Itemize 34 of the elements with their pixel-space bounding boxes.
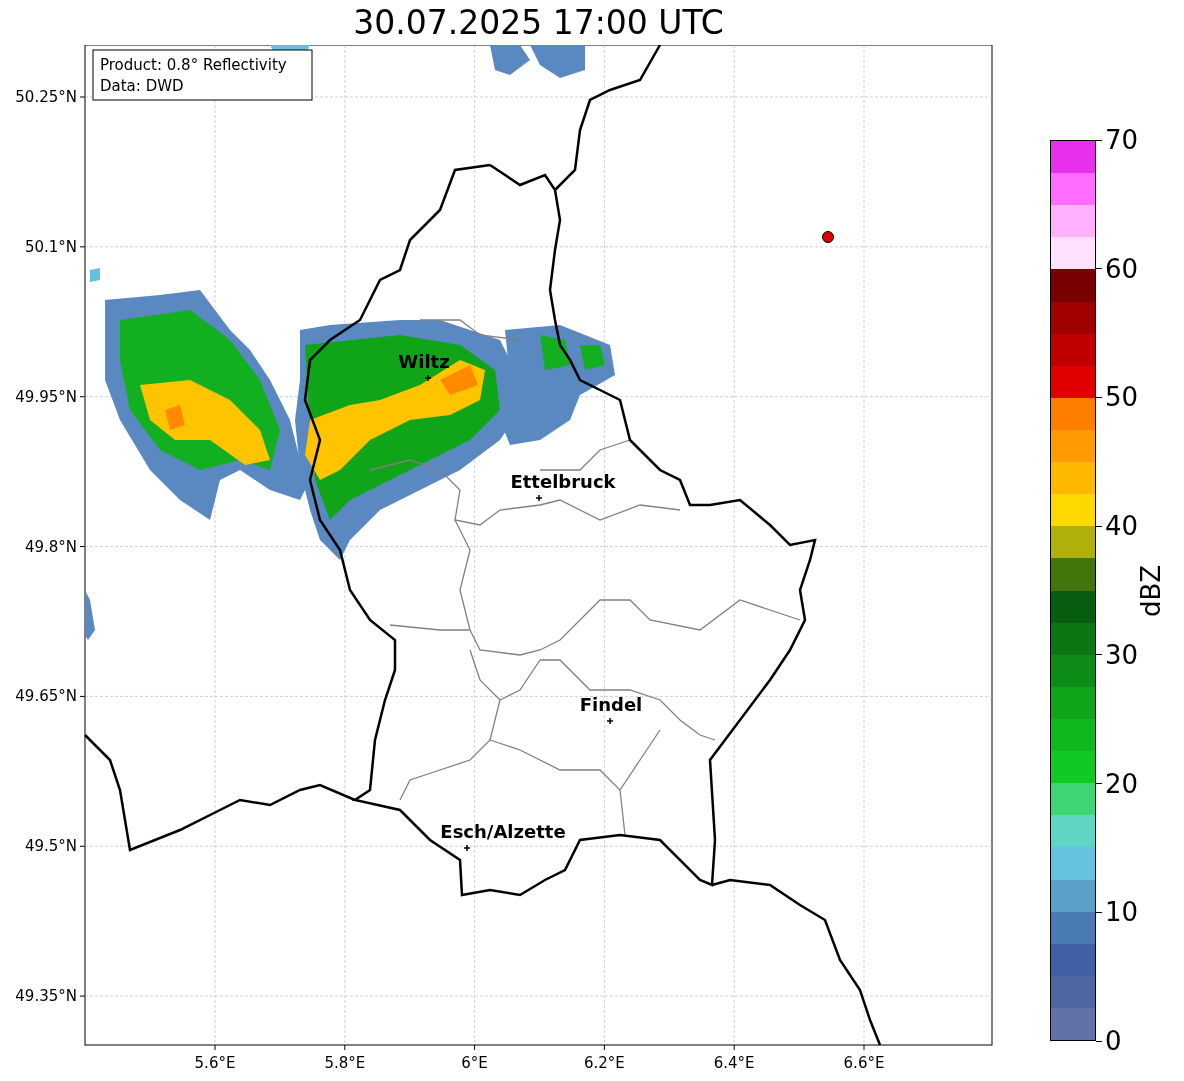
colorbar-tick-label: 50 (1105, 384, 1139, 411)
colorbar-tick-label: 60 (1105, 255, 1139, 282)
axis-tick-label: 49.65°N (15, 687, 77, 706)
city-label: Wiltz (398, 351, 450, 372)
axis-tick-label: 49.95°N (15, 387, 77, 406)
city-marker-icon (606, 717, 614, 725)
axis-tick-label: 6.6°E (843, 1054, 885, 1072)
colorbar-tick-label: 70 (1105, 127, 1139, 153)
colorbar-tick-label: 0 (1105, 1028, 1122, 1054)
axis-tick-label: 49.5°N (24, 837, 77, 856)
city-label: Findel (579, 694, 643, 715)
city-label: Ettelbruck (510, 471, 616, 492)
colorbar-tick-label: 20 (1105, 770, 1139, 797)
axis-tick-label: 5.8°E (324, 1054, 366, 1072)
city-marker-icon (535, 494, 543, 502)
axis-tick-label: 49.35°N (15, 987, 77, 1006)
city-marker-icon (463, 844, 471, 852)
colorbar-tick-label: 30 (1105, 641, 1139, 668)
axis-tick-label: 5.6°E (194, 1054, 236, 1072)
colorbar-title: dBZ (1138, 564, 1164, 617)
axis-tick-label: 50.1°N (24, 237, 77, 256)
city-marker-icon (424, 374, 432, 382)
chart-title: 30.07.2025 17:00 UTC (353, 6, 724, 39)
axis-tick-label: 6°E (461, 1054, 488, 1072)
city-label: Esch/Alzette (440, 821, 566, 842)
colorbar-tick-label: 40 (1105, 513, 1139, 540)
info-text: Product: 0.8° Reflectivity (100, 56, 287, 74)
info-text: Data: DWD (100, 77, 184, 95)
axis-tick-label: 6.4°E (713, 1054, 755, 1072)
axis-tick-label: 6.2°E (584, 1054, 625, 1072)
colorbar-tick-label: 10 (1105, 899, 1139, 926)
location-dot (822, 231, 834, 243)
axis-tick-label: 50.25°N (15, 88, 77, 106)
axis-tick-label: 49.8°N (24, 537, 77, 556)
